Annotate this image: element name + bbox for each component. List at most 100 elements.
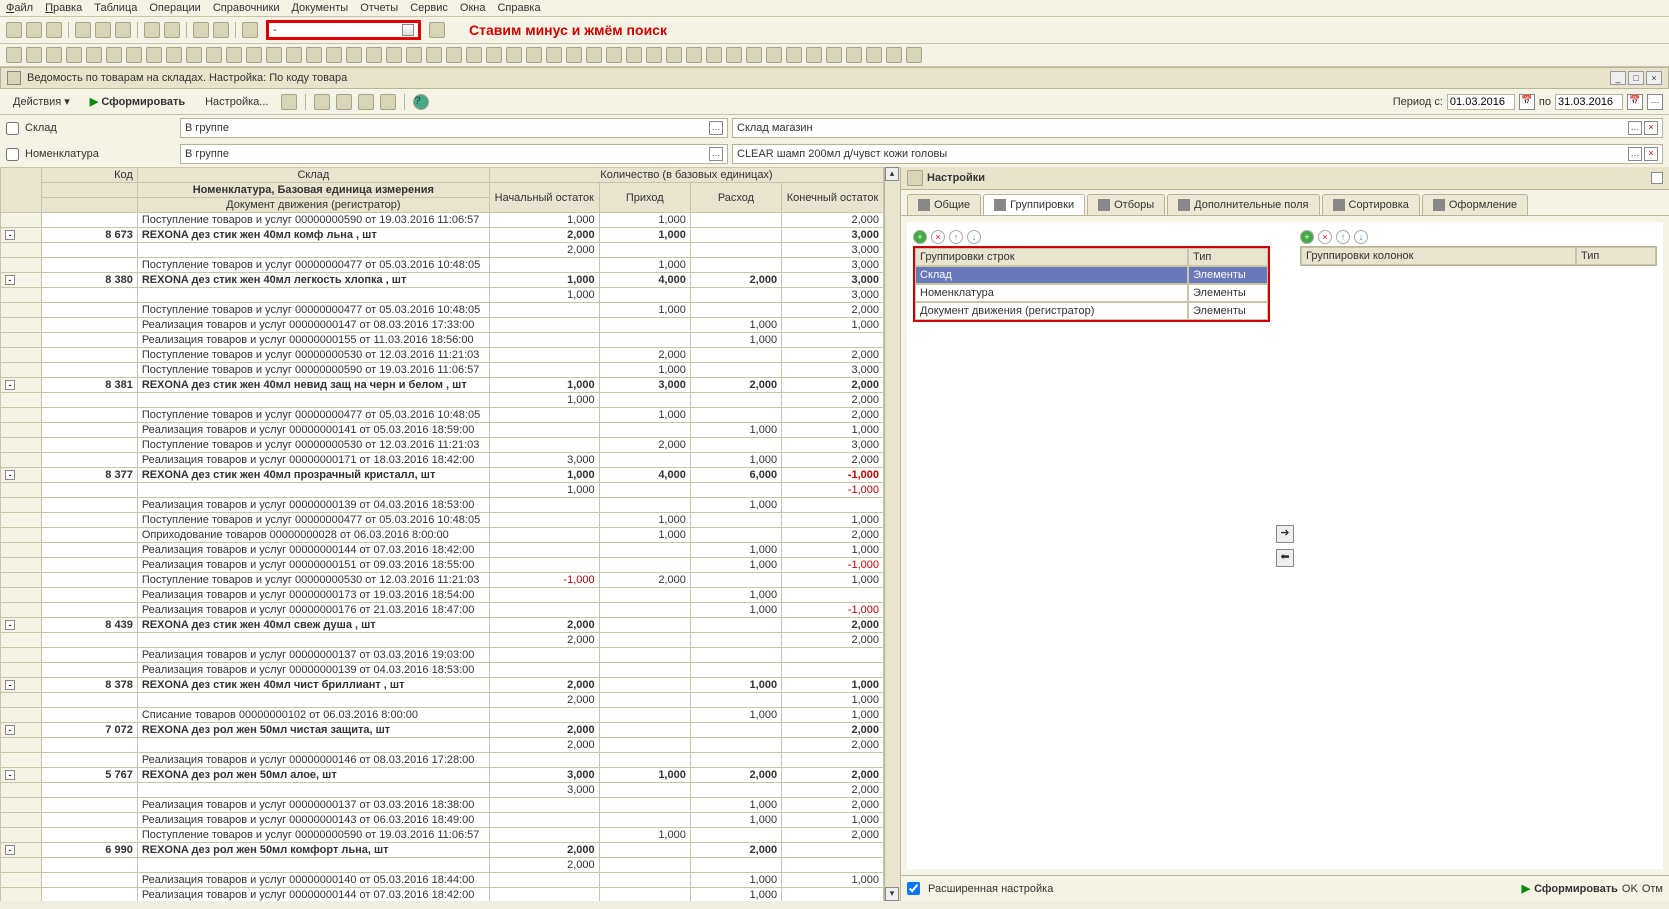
tb2-icon-31[interactable] [626,47,642,63]
ab-icon-5[interactable] [380,94,396,110]
setup-button[interactable]: Настройка... [198,93,275,111]
tb2-icon-7[interactable] [146,47,162,63]
table-row[interactable]: -7 072REXONA дез рол жен 50мл чистая защ… [1,723,884,738]
table-row[interactable]: 2,0003,000 [1,243,884,258]
tb-undo-icon[interactable] [193,22,209,38]
table-row[interactable]: Реализация товаров и услуг 00000000139 о… [1,498,884,513]
tb2-icon-15[interactable] [306,47,322,63]
table-row[interactable]: Реализация товаров и услуг 00000000137 о… [1,648,884,663]
table-row[interactable]: 1,000-1,000 [1,483,884,498]
form-button-2[interactable]: Сформировать [1534,883,1618,895]
table-row[interactable]: Поступление товаров и услуг 00000000530 … [1,573,884,588]
sklad-checkbox[interactable] [6,122,19,135]
tb2-icon-4[interactable] [86,47,102,63]
table-row[interactable]: -8 378REXONA дез стик жен 40мл чист брил… [1,678,884,693]
nom-op-select[interactable]: В группе… [180,144,728,164]
cancel-button[interactable]: Отм [1642,883,1663,895]
dropdown-icon[interactable]: … [709,147,723,161]
table-row[interactable]: Реализация товаров и услуг 00000000137 о… [1,798,884,813]
tb2-icon-41[interactable] [826,47,842,63]
calendar-from-icon[interactable]: 📅 [1519,94,1535,110]
tb-save-icon[interactable] [46,22,62,38]
tb-new-icon[interactable] [6,22,22,38]
tb2-icon-30[interactable] [606,47,622,63]
tree-toggle-icon[interactable]: - [5,845,15,855]
tb2-icon-27[interactable] [546,47,562,63]
tb2-icon-20[interactable] [406,47,422,63]
tb2-icon-8[interactable] [166,47,182,63]
tb-open-icon[interactable] [26,22,42,38]
tb-preview-icon[interactable] [164,22,180,38]
menu-file[interactable]: Файл [6,2,33,14]
table-row[interactable]: Оприходование товаров 00000000028 от 06.… [1,528,884,543]
menu-windows[interactable]: Окна [460,2,486,14]
tb2-icon-32[interactable] [646,47,662,63]
nom-value-input[interactable]: CLEAR шамп 200мл д/чувст кожи головы…× [732,144,1663,164]
tree-toggle-icon[interactable]: - [5,770,15,780]
tb-cut-icon[interactable] [75,22,91,38]
table-row[interactable]: -8 439REXONA дез стик жен 40мл свеж душа… [1,618,884,633]
tb2-icon-39[interactable] [786,47,802,63]
tb2-icon-10[interactable] [206,47,222,63]
tree-toggle-icon[interactable]: - [5,470,15,480]
tb-paste-icon[interactable] [115,22,131,38]
table-row[interactable]: Реализация товаров и услуг 00000000144 о… [1,543,884,558]
settings-toggle-icon[interactable] [1651,172,1663,184]
tree-toggle-icon[interactable]: - [5,680,15,690]
tab-groupings[interactable]: Группировки [983,194,1085,215]
table-row[interactable]: Поступление товаров и услуг 00000000477 … [1,258,884,273]
tb2-icon-16[interactable] [326,47,342,63]
tb2-icon-6[interactable] [126,47,142,63]
date-from-input[interactable] [1447,94,1515,110]
tb2-icon-12[interactable] [246,47,262,63]
tb2-icon-24[interactable] [486,47,502,63]
tb2-icon-42[interactable] [846,47,862,63]
tab-sort[interactable]: Сортировка [1322,194,1420,215]
nom-checkbox[interactable] [6,148,19,161]
table-row[interactable]: Реализация товаров и услуг 00000000176 о… [1,603,884,618]
tb2-icon-13[interactable] [266,47,282,63]
table-row[interactable]: Поступление товаров и услуг 00000000477 … [1,303,884,318]
up-icon[interactable]: ↑ [949,230,963,244]
tb2-icon-25[interactable] [506,47,522,63]
table-row[interactable]: Списание товаров 00000000102 от 06.03.20… [1,708,884,723]
table-row[interactable]: Реализация товаров и услуг 00000000144 о… [1,888,884,902]
tb2-icon-29[interactable] [586,47,602,63]
tb2-icon-45[interactable] [906,47,922,63]
table-row[interactable]: 2,0002,000 [1,633,884,648]
tb-find-icon[interactable] [242,22,258,38]
table-row[interactable]: 1,0002,000 [1,393,884,408]
tb-calc-icon[interactable] [429,22,445,38]
ab-icon-3[interactable] [336,94,352,110]
scroll-up-icon[interactable]: ▴ [885,167,899,181]
table-row[interactable]: -5 767REXONA дез рол жен 50мл алое, шт3,… [1,768,884,783]
table-row[interactable]: -8 377REXONA дез стик жен 40мл прозрачны… [1,468,884,483]
move-left-icon[interactable]: ⬅ [1276,549,1294,567]
actions-dropdown[interactable]: Действия ▾ [6,92,77,111]
search-input-highlighted[interactable]: - [266,20,421,40]
add-icon[interactable]: + [913,230,927,244]
table-row[interactable]: Реализация товаров и услуг 00000000146 о… [1,753,884,768]
table-row[interactable]: Поступление товаров и услуг 00000000590 … [1,828,884,843]
ok-button[interactable]: OK [1622,883,1638,895]
tb2-icon-44[interactable] [886,47,902,63]
grouping-row[interactable]: Документ движения (регистратор)Элементы [915,302,1268,320]
tb2-icon-21[interactable] [426,47,442,63]
table-row[interactable]: 3,0002,000 [1,783,884,798]
tab-filters[interactable]: Отборы [1087,194,1165,215]
menu-help[interactable]: Справка [497,2,540,14]
calendar-to-icon[interactable]: 📅 [1627,94,1643,110]
tab-addfields[interactable]: Дополнительные поля [1167,194,1319,215]
clear-icon[interactable]: × [1644,147,1658,161]
tab-common[interactable]: Общие [907,194,981,215]
menu-edit[interactable]: Правка [45,2,82,14]
tree-toggle-icon[interactable]: - [5,380,15,390]
menu-reports[interactable]: Отчеты [360,2,398,14]
table-row[interactable]: Поступление товаров и услуг 00000000590 … [1,363,884,378]
tb2-icon-14[interactable] [286,47,302,63]
table-row[interactable]: Реализация товаров и услуг 00000000141 о… [1,423,884,438]
tb2-icon-34[interactable] [686,47,702,63]
tb2-icon-9[interactable] [186,47,202,63]
scroll-down-icon[interactable]: ▾ [885,887,899,901]
tb2-icon-18[interactable] [366,47,382,63]
